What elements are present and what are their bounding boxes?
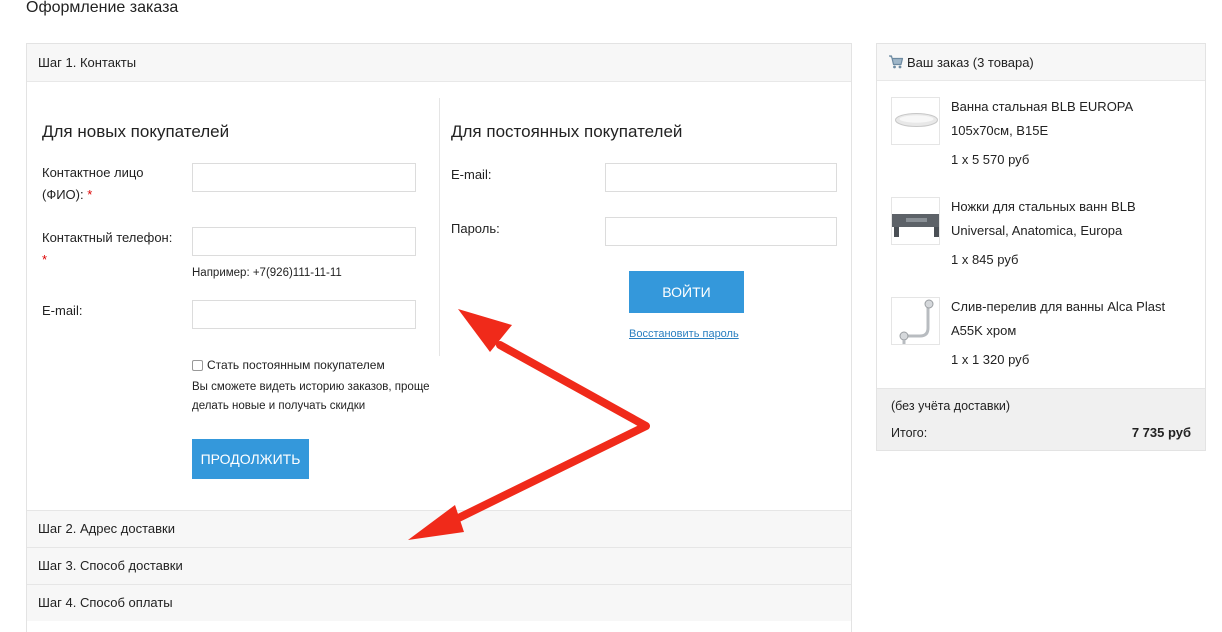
become-regular-checkbox[interactable] [192, 359, 203, 371]
password-label: Пароль: [451, 221, 500, 236]
email-label: E-mail: [42, 303, 83, 318]
contact-person-input[interactable] [192, 163, 416, 192]
step3-header[interactable]: Шаг 3. Способ доставки [27, 547, 851, 584]
item-qty-price: 1 x 5 570 руб [951, 152, 1030, 167]
cart-icon [889, 55, 904, 69]
password-input[interactable] [605, 217, 837, 246]
bath-legs-image [891, 197, 940, 245]
new-customers-title: Для новых покупателей [42, 122, 230, 141]
total-value: 7 735 руб [1131, 425, 1191, 440]
step2-header[interactable]: Шаг 2. Адрес доставки [27, 510, 851, 547]
checkbox-label: Стать постоянным покупателем [207, 358, 385, 372]
order-header: Ваш заказ (3 товара) [877, 44, 1205, 81]
step4-header[interactable]: Шаг 4. Способ оплаты [27, 584, 851, 621]
order-item: Слив-перелив для ванны Alca Plast A55K х… [891, 297, 1191, 377]
step1-header[interactable]: Шаг 1. Контакты [27, 44, 851, 82]
login-email-input[interactable] [605, 163, 837, 192]
column-divider [439, 98, 440, 356]
phone-hint: Например: +7(926)111-11-11 [192, 267, 342, 279]
item-qty-price: 1 x 1 320 руб [951, 352, 1030, 367]
delivery-note: (без учёта доставки) [891, 399, 1011, 413]
checkout-panel: Шаг 1. Контакты Для новых покупателей Ко… [26, 43, 852, 632]
checkbox-note: Вы сможете видеть историю заказов, проще… [192, 381, 430, 412]
order-footer: (без учёта доставки) Итого: 7 735 руб [877, 388, 1205, 450]
returning-customers-title: Для постоянных покупателей [451, 122, 683, 141]
total-label: Итого: [891, 426, 928, 440]
step1-body: Для новых покупателей Контактное лицо (Ф… [27, 82, 851, 510]
become-regular-checkbox-row[interactable]: Стать постоянным покупателем [192, 358, 385, 372]
drain-overflow-image [891, 297, 940, 345]
page-title: Оформление заказа [26, 0, 179, 16]
continue-button[interactable]: ПРОДОЛЖИТЬ [192, 439, 309, 479]
item-qty-price: 1 x 845 руб [951, 252, 1019, 267]
item-name[interactable]: Слив-перелив для ванны Alca Plast A55K х… [951, 295, 1191, 343]
bathtub-image [891, 97, 940, 145]
phone-input[interactable] [192, 227, 416, 256]
order-item: Ванна стальная BLB EUROPA 105x70см, B15E… [891, 97, 1191, 177]
order-summary: Ваш заказ (3 товара) Ванна стальная BLB … [876, 43, 1206, 451]
restore-password-link[interactable]: Восстановить пароль [629, 328, 739, 340]
email-input[interactable] [192, 300, 416, 329]
contact-person-label: Контактное лицо (ФИО): * [42, 165, 144, 202]
order-title: Ваш заказ (3 товара) [907, 54, 1034, 70]
login-button[interactable]: ВОЙТИ [629, 271, 744, 313]
login-email-label: E-mail: [451, 167, 492, 182]
item-name[interactable]: Ножки для стальных ванн BLB Universal, A… [951, 195, 1191, 243]
phone-label: Контактный телефон: * [42, 230, 173, 267]
item-name[interactable]: Ванна стальная BLB EUROPA 105x70см, B15E [951, 95, 1191, 143]
order-item: Ножки для стальных ванн BLB Universal, A… [891, 197, 1191, 277]
